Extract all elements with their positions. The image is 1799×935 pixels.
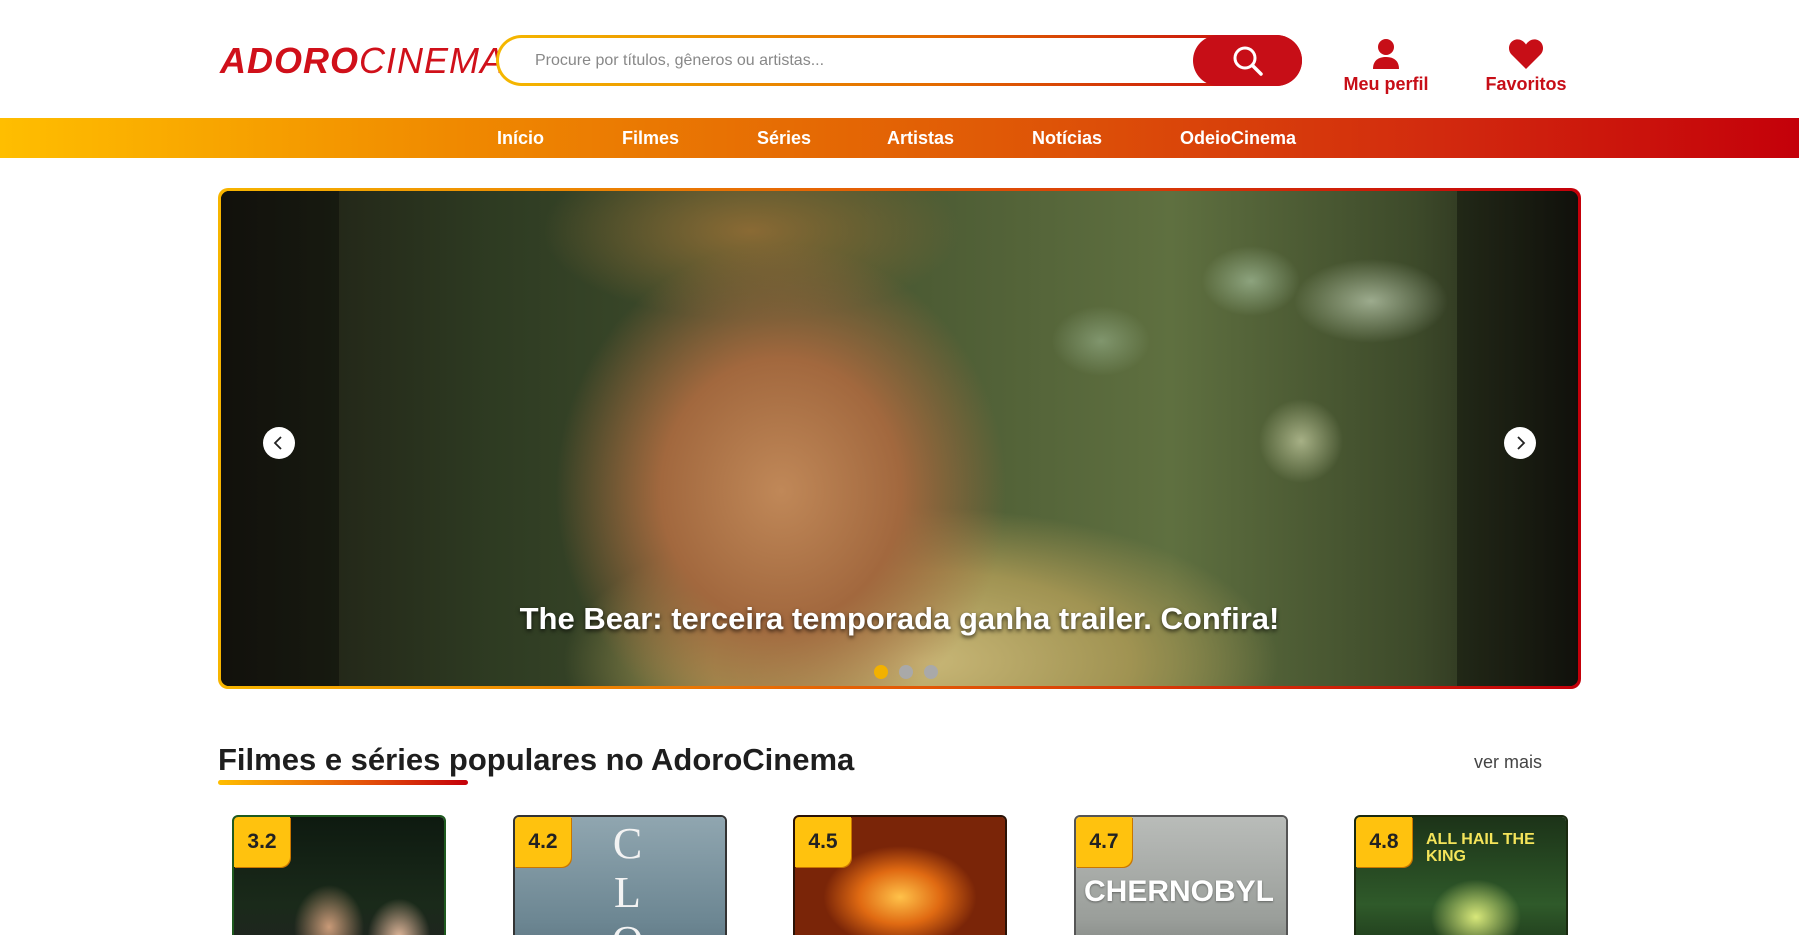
search-icon [1233, 46, 1263, 76]
rating-badge: 4.5 [795, 817, 851, 867]
rating-badge: 3.2 [234, 817, 290, 867]
carousel-slide[interactable]: The Bear: terceira temporada ganha trail… [221, 191, 1578, 686]
logo-bold-text: ADORO [220, 40, 359, 81]
favorites-label: Favoritos [1485, 74, 1567, 94]
user-icon [1373, 39, 1399, 69]
poster-card[interactable]: 3.2 [232, 815, 446, 935]
poster-card[interactable]: ALL HAIL THE KING 4.8 [1354, 815, 1568, 935]
site-header: ADOROCINEMA Meu perfil Favoritos [0, 0, 1799, 118]
carousel-dot-1[interactable] [873, 665, 888, 679]
section-title-underline [218, 780, 468, 785]
site-logo[interactable]: ADOROCINEMA [220, 40, 505, 82]
poster-card[interactable]: 4.5 [793, 815, 1007, 935]
carousel-prev-button[interactable] [263, 427, 295, 459]
carousel-dots [221, 665, 1578, 679]
see-more-link[interactable]: ver mais [1474, 752, 1542, 773]
rating-badge: 4.2 [515, 817, 571, 867]
nav-item-odeiocinema[interactable]: OdeioCinema [1180, 118, 1296, 158]
slide-headline[interactable]: The Bear: terceira temporada ganha trail… [221, 601, 1578, 637]
rating-badge: 4.8 [1356, 817, 1412, 867]
heart-icon [1508, 39, 1544, 69]
logo-thin-text: CINEMA [359, 40, 506, 81]
favorites-link[interactable]: Favoritos [1476, 38, 1576, 95]
chevron-left-icon [273, 436, 282, 450]
search-bar [496, 35, 1302, 86]
section-title: Filmes e séries populares no AdoroCinema [218, 742, 855, 777]
carousel-dot-2[interactable] [898, 665, 913, 679]
search-field-wrapper [499, 35, 1302, 86]
nav-item-artistas[interactable]: Artistas [887, 118, 954, 158]
poster-title: ALL HAIL THE KING [1426, 831, 1535, 865]
profile-link[interactable]: Meu perfil [1336, 38, 1436, 95]
profile-label: Meu perfil [1343, 74, 1429, 94]
hero-carousel: The Bear: terceira temporada ganha trail… [218, 188, 1581, 689]
nav-item-filmes[interactable]: Filmes [622, 118, 679, 158]
poster-card[interactable]: CLO 4.2 [513, 815, 727, 935]
carousel-next-button[interactable] [1504, 427, 1536, 459]
nav-item-series[interactable]: Séries [757, 118, 811, 158]
poster-title: CHERNOBYL [1084, 875, 1275, 908]
nav-item-noticias[interactable]: Notícias [1032, 118, 1102, 158]
search-input[interactable] [535, 38, 1215, 83]
nav-item-inicio[interactable]: Início [497, 118, 544, 158]
poster-title: CLO [603, 819, 652, 935]
chevron-right-icon [1517, 436, 1526, 450]
rating-badge: 4.7 [1076, 817, 1132, 867]
carousel-dot-3[interactable] [923, 665, 938, 679]
poster-card[interactable]: CHERNOBYL 4.7 [1074, 815, 1288, 935]
search-button[interactable] [1193, 35, 1302, 86]
main-nav: Início Filmes Séries Artistas Notícias O… [0, 118, 1799, 158]
